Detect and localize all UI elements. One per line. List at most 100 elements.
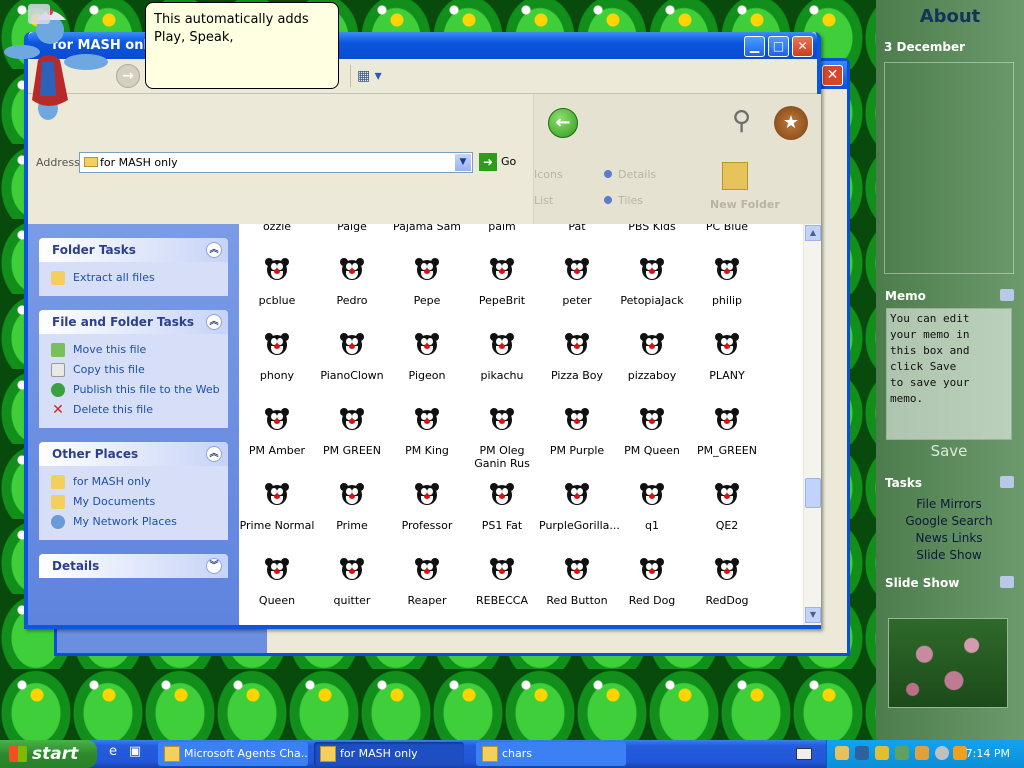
view-list-option[interactable]: List	[534, 194, 553, 207]
file-item[interactable]: pcblue	[239, 258, 315, 307]
gadget-options-icon[interactable]	[1000, 476, 1014, 488]
task-slide-show[interactable]: Slide Show	[884, 547, 1014, 564]
file-item[interactable]: PM King	[389, 408, 465, 457]
sidebar-title[interactable]: About	[876, 6, 1024, 27]
file-item[interactable]: Reaper	[389, 558, 465, 607]
file-item[interactable]: PM Amber	[239, 408, 315, 457]
search-icon[interactable]: ⚲	[732, 106, 751, 136]
views-button[interactable]: ▦ ▾	[350, 65, 386, 87]
task-news-links[interactable]: News Links	[884, 530, 1014, 547]
task-file-mirrors[interactable]: File Mirrors	[884, 496, 1014, 513]
move-file-link[interactable]: Move this file	[51, 340, 218, 360]
file-item[interactable]: Professor	[389, 483, 465, 532]
file-item[interactable]: quitter	[314, 558, 390, 607]
file-item[interactable]: philip	[689, 258, 765, 307]
scroll-up-button[interactable]: ▲	[805, 225, 821, 241]
place-my-network-places[interactable]: My Network Places	[51, 512, 218, 532]
file-item[interactable]: phony	[239, 333, 315, 382]
network-tray-icon[interactable]	[855, 746, 869, 760]
app-tray-icon[interactable]	[895, 746, 909, 760]
file-label[interactable]: Pat	[539, 224, 615, 232]
file-item[interactable]: Prime	[314, 483, 390, 532]
close-button[interactable]: ✕	[792, 36, 813, 57]
taskbar-item-for-mash-only[interactable]: for MASH only	[314, 742, 464, 766]
file-label[interactable]: palm	[464, 224, 540, 232]
gadget-options-icon[interactable]	[1000, 576, 1014, 588]
file-item[interactable]: PS1 Fat	[464, 483, 540, 532]
maximize-button[interactable]: □	[768, 36, 789, 57]
file-item[interactable]: Pigeon	[389, 333, 465, 382]
file-label[interactable]: Paige	[314, 224, 390, 232]
file-item[interactable]: Pedro	[314, 258, 390, 307]
explorer-window[interactable]: for MASH only ▁ □ ✕ ← → ▦ ▾ Address for …	[24, 32, 821, 629]
file-item[interactable]: Red Button	[539, 558, 615, 607]
file-item[interactable]: QE2	[689, 483, 765, 532]
favorites-star-icon[interactable]: ★	[774, 106, 808, 140]
slideshow-image[interactable]	[888, 618, 1008, 708]
address-dropdown-button[interactable]: ▼	[455, 154, 471, 171]
delete-file-link[interactable]: ✕ Delete this file	[51, 400, 218, 420]
shield-tray-icon[interactable]	[875, 746, 889, 760]
gadget-options-icon[interactable]	[1000, 289, 1014, 301]
show-desktop-icon[interactable]: ▣	[126, 744, 144, 762]
details-header[interactable]: Details ︾	[39, 554, 228, 578]
collapse-chevron-icon[interactable]: ︽	[206, 314, 222, 330]
keyboard-icon[interactable]	[796, 748, 812, 760]
file-item[interactable]: PLANY	[689, 333, 765, 382]
view-icons-option[interactable]: Icons	[534, 168, 563, 181]
extract-all-files-link[interactable]: Extract all files	[51, 268, 218, 288]
new-folder-label[interactable]: New Folder	[710, 198, 780, 211]
place-my-documents[interactable]: My Documents	[51, 492, 218, 512]
file-item[interactable]: PM Oleg Ganin Rus	[464, 408, 540, 470]
file-item[interactable]: peter	[539, 258, 615, 307]
other-places-header[interactable]: Other Places ︽	[39, 442, 228, 466]
genie-agent-character[interactable]	[2, 0, 142, 126]
taskbar-item-agents[interactable]: Microsoft Agents Cha...	[158, 742, 308, 766]
copy-file-link[interactable]: Copy this file	[51, 360, 218, 380]
volume-tray-icon[interactable]	[935, 746, 949, 760]
file-item[interactable]: REBECCA	[464, 558, 540, 607]
internet-explorer-icon[interactable]: e	[104, 744, 122, 762]
file-item[interactable]: PM_GREEN	[689, 408, 765, 457]
memo-textarea[interactable]: You can edit your memo in this box and c…	[886, 308, 1012, 440]
minimize-button[interactable]: ▁	[744, 36, 765, 57]
file-list[interactable]: ozzie Paige Pajama Sam palm Pat PBS Kids…	[239, 224, 803, 625]
scroll-down-button[interactable]: ▼	[805, 607, 821, 623]
memo-save-button[interactable]: Save	[886, 442, 1012, 460]
taskbar-item-chars[interactable]: chars	[476, 742, 626, 766]
vertical-scrollbar[interactable]: ▲ ▼	[803, 224, 821, 625]
start-button[interactable]: start	[0, 740, 97, 768]
folder-tasks-header[interactable]: Folder Tasks ︽	[39, 238, 228, 262]
expand-chevron-icon[interactable]: ︾	[206, 558, 222, 574]
file-item[interactable]: PurpleGorilla...	[539, 483, 620, 532]
file-item[interactable]: PM Queen	[614, 408, 690, 457]
collapse-chevron-icon[interactable]: ︽	[206, 446, 222, 462]
task-google-search[interactable]: Google Search	[884, 513, 1014, 530]
file-label[interactable]: Pajama Sam	[389, 224, 465, 232]
genie-tray-icon[interactable]	[835, 746, 849, 760]
file-item[interactable]: pizzaboy	[614, 333, 690, 382]
file-label[interactable]: PC Blue	[689, 224, 765, 232]
file-label[interactable]: ozzie	[239, 224, 315, 232]
publish-file-link[interactable]: Publish this file to the Web	[51, 380, 220, 400]
file-item[interactable]: Pepe	[389, 258, 465, 307]
new-folder-icon[interactable]	[722, 162, 748, 190]
file-item[interactable]: Queen	[239, 558, 315, 607]
file-item[interactable]: Red Dog	[614, 558, 690, 607]
place-for-mash-only[interactable]: for MASH only	[51, 472, 218, 492]
file-item[interactable]: Prime Normal	[239, 483, 315, 532]
view-tiles-option[interactable]: Tiles	[604, 194, 643, 207]
file-item[interactable]: PM Purple	[539, 408, 615, 457]
file-folder-tasks-header[interactable]: File and Folder Tasks ︽	[39, 310, 228, 334]
clock[interactable]: 7:14 PM	[966, 740, 1010, 768]
view-details-option[interactable]: Details	[604, 168, 656, 181]
file-item[interactable]: pikachu	[464, 333, 540, 382]
file-item[interactable]: PM GREEN	[314, 408, 390, 457]
scroll-thumb[interactable]	[805, 478, 821, 508]
file-item[interactable]: PepeBrit	[464, 258, 540, 307]
file-label[interactable]: PBS Kids Logo	[614, 224, 690, 232]
file-item[interactable]: q1	[614, 483, 690, 532]
address-input[interactable]: for MASH only ▼	[79, 152, 473, 173]
calendar-gadget[interactable]	[884, 62, 1014, 274]
file-item[interactable]: Pizza Boy	[539, 333, 615, 382]
